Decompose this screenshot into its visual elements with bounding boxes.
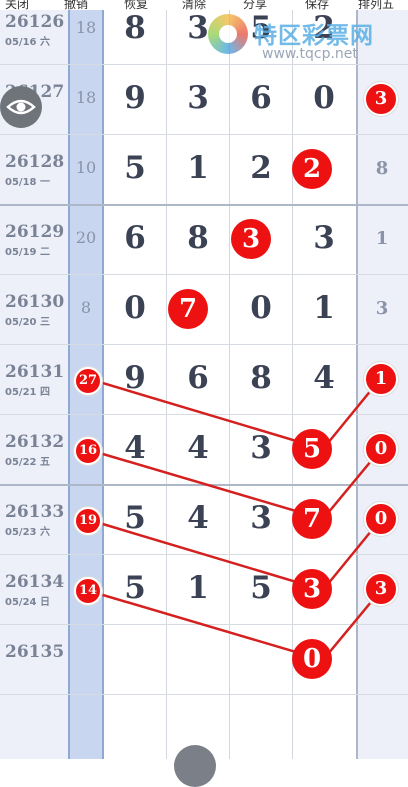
right-ball: 0 xyxy=(364,502,398,536)
digit-ball: 3 xyxy=(231,219,271,259)
digit-ball: 7 xyxy=(168,289,208,329)
right-ball: 1 xyxy=(364,362,398,396)
watermark-url: www.tqcp.net xyxy=(262,46,358,62)
trend-lines xyxy=(85,376,382,662)
eye-toggle-button[interactable] xyxy=(0,86,42,128)
right-ball: 3 xyxy=(364,82,398,116)
digit-ball: 7 xyxy=(292,499,332,539)
blue-ball: 16 xyxy=(74,437,102,465)
blue-ball: 19 xyxy=(74,507,102,535)
toolbar: 关闭 撤销 恢复 清除 分享 保存 排列五 xyxy=(0,0,408,12)
watermark: 特区彩票网 www.tqcp.net xyxy=(208,8,408,68)
scroll-handle[interactable] xyxy=(174,745,216,787)
digit-ball: 3 xyxy=(292,569,332,609)
share-button[interactable]: 分享 xyxy=(243,0,267,12)
right-ball: 0 xyxy=(364,432,398,466)
digit-ball: 5 xyxy=(292,429,332,469)
save-button[interactable]: 保存 xyxy=(305,0,329,12)
right-ball: 3 xyxy=(364,572,398,606)
digit-ball: 2 xyxy=(292,149,332,189)
brand-logo-icon xyxy=(208,14,248,54)
eye-icon xyxy=(6,99,36,115)
digit-ball: 0 xyxy=(292,639,332,679)
redo-button[interactable]: 恢复 xyxy=(124,0,148,12)
close-button[interactable]: 关闭 xyxy=(5,0,29,12)
undo-button[interactable]: 撤销 xyxy=(64,0,88,12)
blue-ball: 14 xyxy=(74,577,102,605)
watermark-name: 特区彩票网 xyxy=(254,23,374,49)
blue-ball: 27 xyxy=(74,367,102,395)
clear-button[interactable]: 清除 xyxy=(182,0,206,12)
game-label[interactable]: 排列五 xyxy=(358,0,394,12)
